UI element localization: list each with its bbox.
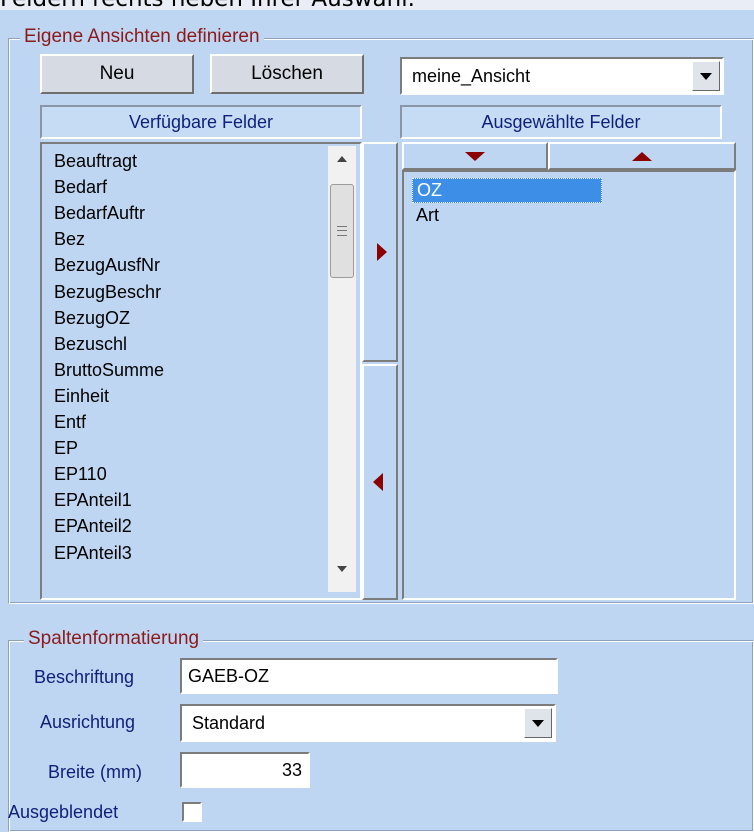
selected-fields-list[interactable]: OZ Art <box>402 170 736 600</box>
available-field-item[interactable]: Bez <box>54 228 85 251</box>
available-field-item[interactable]: Bedarf <box>54 176 107 199</box>
available-field-item[interactable]: BezugOZ <box>54 307 130 330</box>
alignment-select-value: Standard <box>192 713 266 733</box>
hidden-label: Ausgeblendet <box>8 802 119 822</box>
arrow-right-icon <box>377 243 387 261</box>
arrow-left-icon <box>373 473 383 491</box>
selected-field-item[interactable]: OZ <box>412 178 602 203</box>
chevron-down-icon <box>700 72 712 80</box>
view-select[interactable]: meine_Ansicht <box>400 57 724 95</box>
alignment-select[interactable]: Standard <box>180 704 556 742</box>
available-fields-header: Verfügbare Felder <box>40 105 362 139</box>
view-select-value: meine_Ansicht <box>412 66 531 86</box>
new-view-button[interactable]: Neu <box>40 54 194 94</box>
caption-input[interactable]: GAEB-OZ <box>180 658 558 694</box>
available-field-item[interactable]: BruttoSumme <box>54 359 164 382</box>
available-field-item[interactable]: Einheit <box>54 385 109 408</box>
alignment-label: Ausrichtung <box>40 712 136 732</box>
scroll-thumb[interactable] <box>330 184 354 278</box>
available-field-item[interactable]: BezugBeschr <box>54 281 161 304</box>
available-fields-list[interactable]: Beauftragt Bedarf BedarfAuftr Bez BezugAusfN… <box>40 142 362 600</box>
arrow-down-icon <box>465 151 485 161</box>
caption-label: Beschriftung <box>34 667 135 687</box>
scroll-up-icon[interactable] <box>328 146 356 172</box>
delete-view-button[interactable]: Löschen <box>210 54 364 94</box>
scroll-down-icon[interactable] <box>328 556 356 582</box>
views-group-legend: Eigene Ansichten definieren <box>20 26 264 48</box>
remove-field-button[interactable] <box>362 364 398 600</box>
available-field-item[interactable]: Entf <box>54 411 86 434</box>
move-up-button[interactable] <box>548 142 736 170</box>
hidden-checkbox[interactable] <box>182 802 202 822</box>
available-field-item[interactable]: EP110 <box>54 463 107 486</box>
available-field-item[interactable]: EPAnteil2 <box>54 515 132 538</box>
available-fields-scrollbar[interactable] <box>328 146 356 592</box>
available-field-item[interactable]: EP <box>54 437 78 460</box>
available-field-item[interactable]: BedarfAuftr <box>54 202 145 225</box>
width-input[interactable]: 33 <box>180 752 310 788</box>
view-select-dropdown-button[interactable] <box>692 61 720 91</box>
top-instruction-text: Feldern rechts neben Ihrer Auswahl. <box>0 0 415 10</box>
available-field-item[interactable]: Beauftragt <box>54 150 137 173</box>
selected-field-item[interactable]: Art <box>412 204 439 227</box>
width-label: Breite (mm) <box>48 762 142 782</box>
alignment-dropdown-button[interactable] <box>524 708 552 738</box>
chevron-down-icon <box>532 719 544 727</box>
format-group-legend: Spaltenformatierung <box>24 628 204 650</box>
available-field-item[interactable]: BezugAusfNr <box>54 254 160 277</box>
add-field-button[interactable] <box>362 142 398 362</box>
top-instruction-strip: Feldern rechts neben Ihrer Auswahl. <box>0 0 754 10</box>
arrow-up-icon <box>632 151 652 161</box>
available-field-item[interactable]: EPAnteil1 <box>54 489 132 512</box>
available-field-item[interactable]: Bezuschl <box>54 333 127 356</box>
selected-fields-header: Ausgewählte Felder <box>400 105 722 139</box>
available-field-item[interactable]: EPAnteil3 <box>54 542 132 565</box>
move-down-button[interactable] <box>402 142 548 170</box>
